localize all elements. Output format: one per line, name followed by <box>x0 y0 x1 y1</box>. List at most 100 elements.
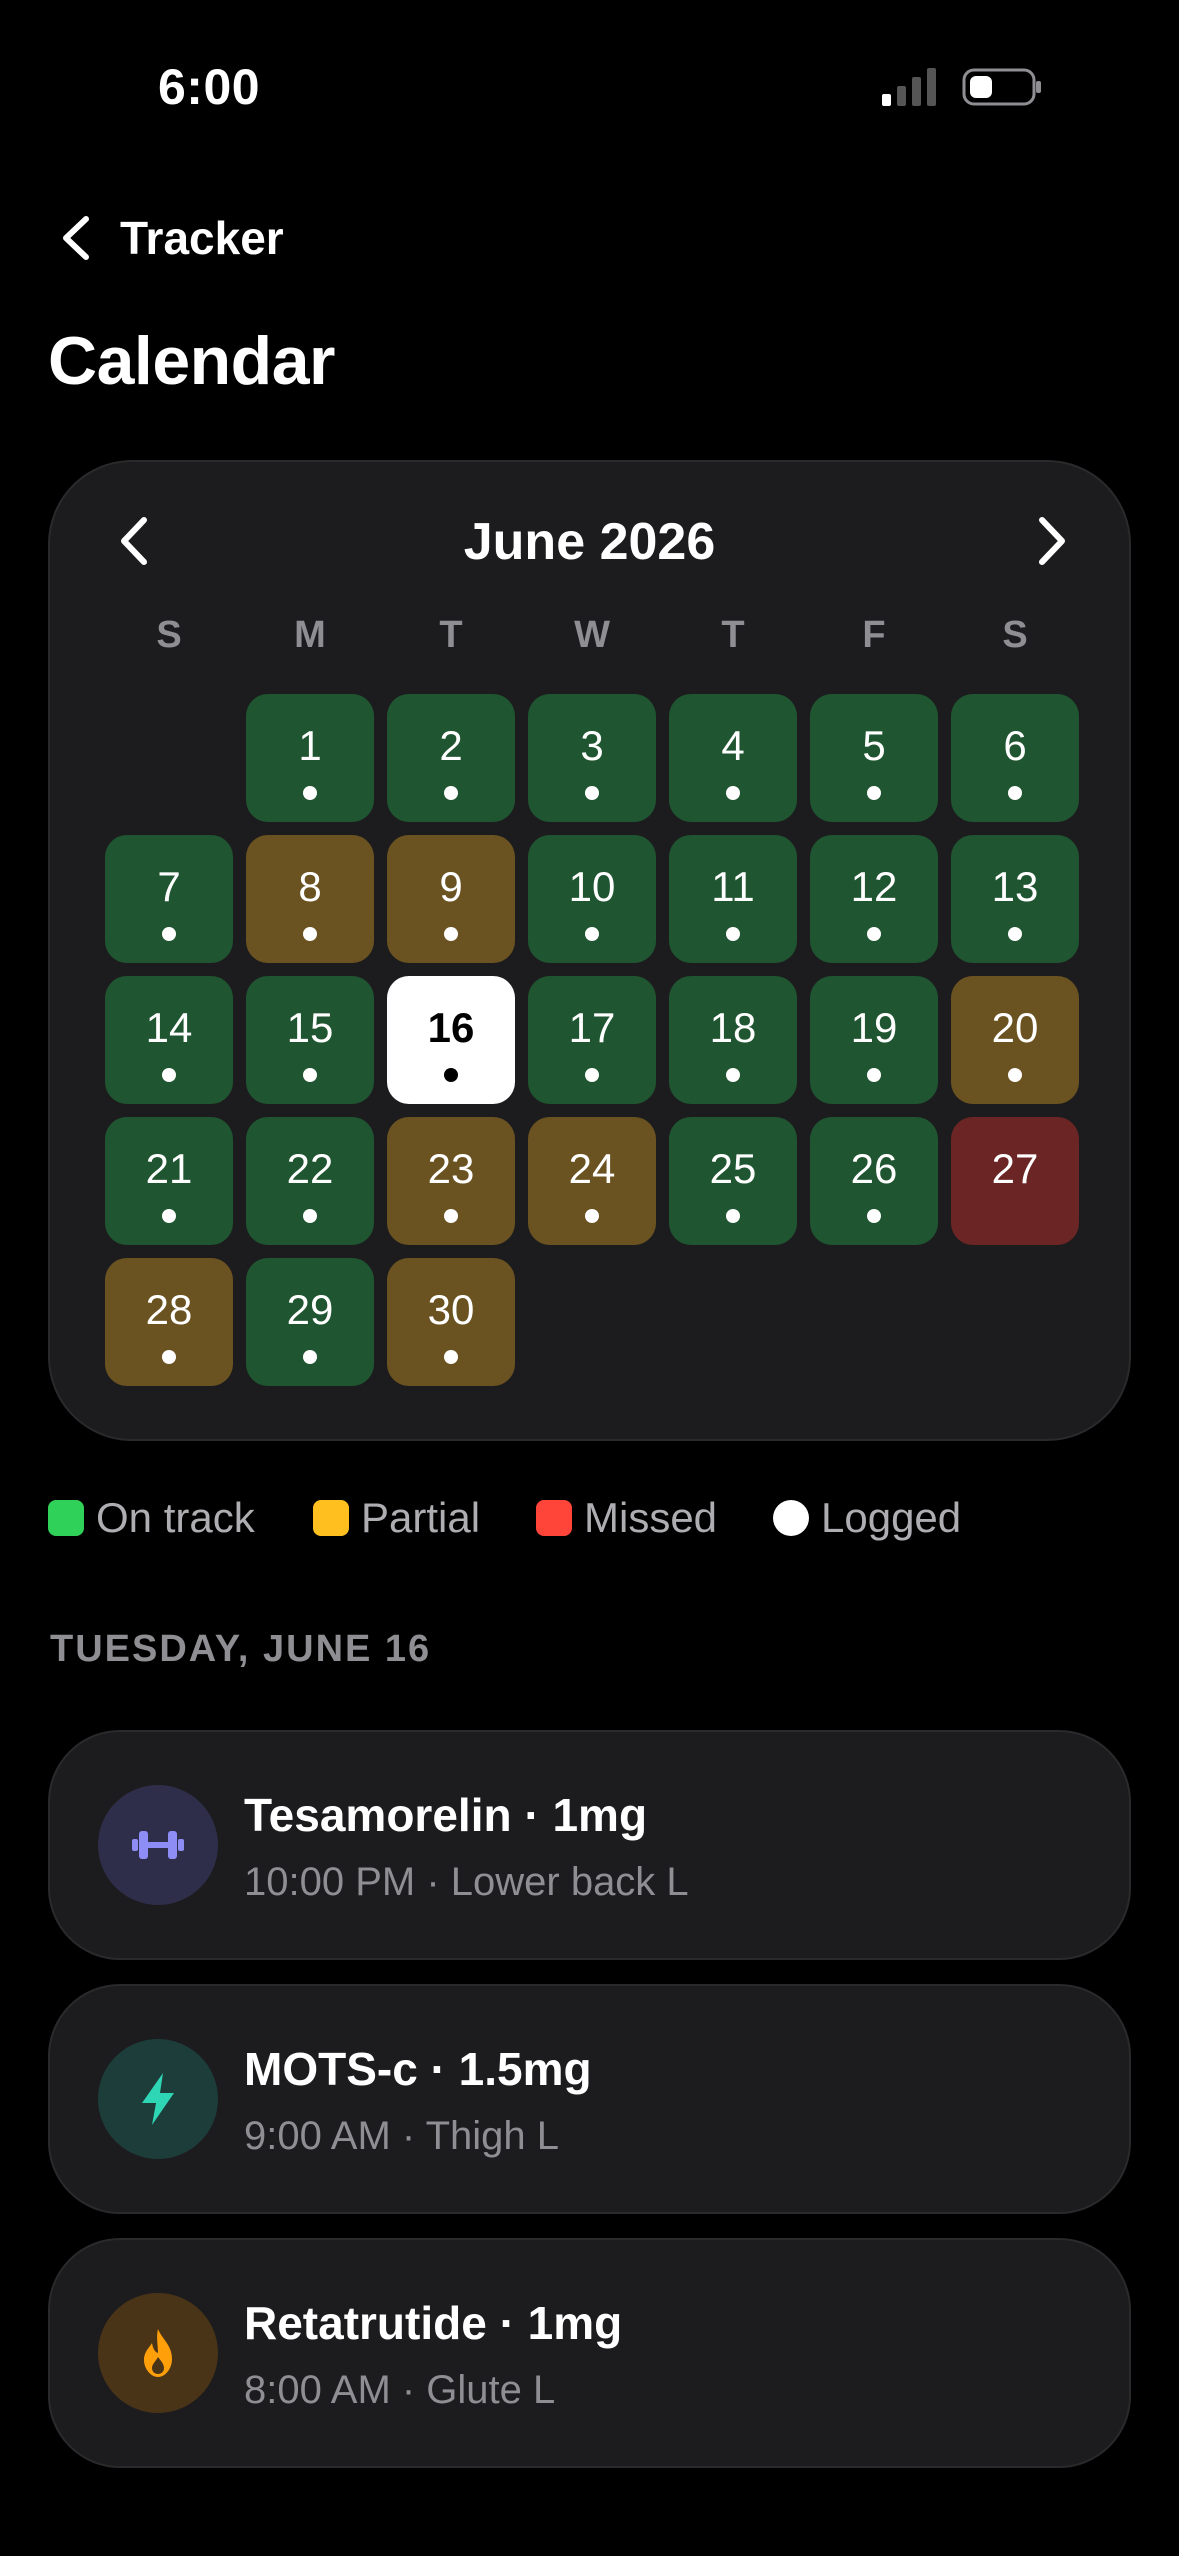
day-number: 27 <box>991 1145 1039 1192</box>
calendar-day-7[interactable]: 7 <box>105 835 233 963</box>
calendar-day-29[interactable]: 29 <box>246 1258 374 1386</box>
logged-dot <box>585 1209 599 1223</box>
legend-item: On track <box>48 1494 255 1542</box>
day-number: 4 <box>721 722 745 769</box>
calendar-day-2[interactable]: 2 <box>387 694 515 822</box>
calendar-day-10[interactable]: 10 <box>528 835 656 963</box>
flame-icon <box>98 2293 218 2413</box>
logged-dot <box>726 927 740 941</box>
logged-dot <box>726 786 740 800</box>
calendar-day-5[interactable]: 5 <box>810 694 938 822</box>
calendar-day-15[interactable]: 15 <box>246 976 374 1104</box>
logged-dot <box>162 927 176 941</box>
entry-title: Tesamorelin · 1mg <box>244 1789 648 1841</box>
logged-dot <box>303 1350 317 1364</box>
day-number: 16 <box>427 1004 475 1051</box>
weekday-label: F <box>862 614 886 656</box>
battery-icon <box>962 68 1041 106</box>
logged-dot <box>303 1068 317 1082</box>
weekday-label: T <box>721 614 745 656</box>
legend-item: Logged <box>773 1494 961 1542</box>
next-month-button[interactable] <box>1032 514 1072 568</box>
calendar-card: June 2026 SMTWTFS 1 2 3 4 5 6 7 8 9 10 11 12 13 14 15 1… <box>48 460 1131 1441</box>
dose-entry-card[interactable]: MOTS-c · 1.5mg 9:00 AM · Thigh L <box>48 1984 1131 2214</box>
logged-dot <box>1008 927 1022 941</box>
logged-dot <box>444 1350 458 1364</box>
logged-dot <box>444 927 458 941</box>
dose-entry-card[interactable]: Tesamorelin · 1mg 10:00 PM · Lower back L <box>48 1730 1131 1960</box>
calendar-day-16[interactable]: 16 <box>387 976 515 1104</box>
logged-dot <box>867 1209 881 1223</box>
day-number: 18 <box>709 1004 757 1051</box>
logged-dot <box>444 1068 458 1082</box>
calendar-day-8[interactable]: 8 <box>246 835 374 963</box>
calendar-day-1[interactable]: 1 <box>246 694 374 822</box>
day-number: 30 <box>427 1286 475 1333</box>
logged-dot <box>162 1068 176 1082</box>
day-number: 10 <box>568 863 616 910</box>
calendar-day-19[interactable]: 19 <box>810 976 938 1104</box>
logged-dot <box>162 1350 176 1364</box>
legend-item: Partial <box>313 1494 480 1542</box>
calendar-day-18[interactable]: 18 <box>669 976 797 1104</box>
logged-dot <box>303 786 317 800</box>
dose-entry-card[interactable]: Retatrutide · 1mg 8:00 AM · Glute L <box>48 2238 1131 2468</box>
logged-dot <box>867 1068 881 1082</box>
calendar-day-6[interactable]: 6 <box>951 694 1079 822</box>
logged-dot <box>726 1209 740 1223</box>
logged-dot <box>1008 1068 1022 1082</box>
entry-subtitle: 10:00 PM · Lower back L <box>244 1860 689 1904</box>
calendar-day-24[interactable]: 24 <box>528 1117 656 1245</box>
legend-swatch <box>536 1500 572 1536</box>
day-number: 13 <box>991 863 1039 910</box>
legend-label: Partial <box>361 1494 481 1541</box>
calendar-day-23[interactable]: 23 <box>387 1117 515 1245</box>
status-time: 6:00 <box>158 59 261 115</box>
entry-subtitle: 8:00 AM · Glute L <box>244 2368 556 2412</box>
calendar-day-28[interactable]: 28 <box>105 1258 233 1386</box>
back-label: Tracker <box>120 212 284 264</box>
day-number: 19 <box>850 1004 898 1051</box>
day-number: 26 <box>850 1145 898 1192</box>
calendar-day-4[interactable]: 4 <box>669 694 797 822</box>
calendar-day-13[interactable]: 13 <box>951 835 1079 963</box>
weekday-label: S <box>1002 614 1028 656</box>
day-number: 6 <box>1003 722 1027 769</box>
weekday-label: W <box>574 614 610 656</box>
day-number: 29 <box>286 1286 334 1333</box>
calendar-day-20[interactable]: 20 <box>951 976 1079 1104</box>
calendar-day-21[interactable]: 21 <box>105 1117 233 1245</box>
calendar-day-3[interactable]: 3 <box>528 694 656 822</box>
calendar-day-22[interactable]: 22 <box>246 1117 374 1245</box>
chevron-left-icon <box>63 216 89 260</box>
cellular-signal-icon <box>882 68 936 106</box>
weekday-label: T <box>439 614 463 656</box>
calendar-day-11[interactable]: 11 <box>669 835 797 963</box>
calendar-day-25[interactable]: 25 <box>669 1117 797 1245</box>
back-button[interactable]: Tracker <box>58 208 284 268</box>
logged-dot <box>867 786 881 800</box>
calendar-day-17[interactable]: 17 <box>528 976 656 1104</box>
day-number: 2 <box>439 722 463 769</box>
day-number: 15 <box>286 1004 334 1051</box>
calendar-day-27[interactable]: 27 <box>951 1117 1079 1245</box>
calendar-day-26[interactable]: 26 <box>810 1117 938 1245</box>
calendar-day-14[interactable]: 14 <box>105 976 233 1104</box>
day-number: 21 <box>145 1145 193 1192</box>
bolt-icon <box>98 2039 218 2159</box>
legend-label: Logged <box>821 1494 962 1541</box>
day-number: 5 <box>862 722 886 769</box>
day-number: 22 <box>286 1145 334 1192</box>
logged-dot <box>867 927 881 941</box>
legend-label: On track <box>96 1494 255 1541</box>
calendar-day-9[interactable]: 9 <box>387 835 515 963</box>
day-number: 1 <box>298 722 322 769</box>
calendar-day-12[interactable]: 12 <box>810 835 938 963</box>
day-number: 12 <box>850 863 898 910</box>
day-number: 9 <box>439 863 463 910</box>
logged-dot <box>303 927 317 941</box>
selected-day-heading: TUESDAY, JUNE 16 <box>50 1628 432 1670</box>
calendar-day-30[interactable]: 30 <box>387 1258 515 1386</box>
day-number: 8 <box>298 863 322 910</box>
day-number: 23 <box>427 1145 475 1192</box>
